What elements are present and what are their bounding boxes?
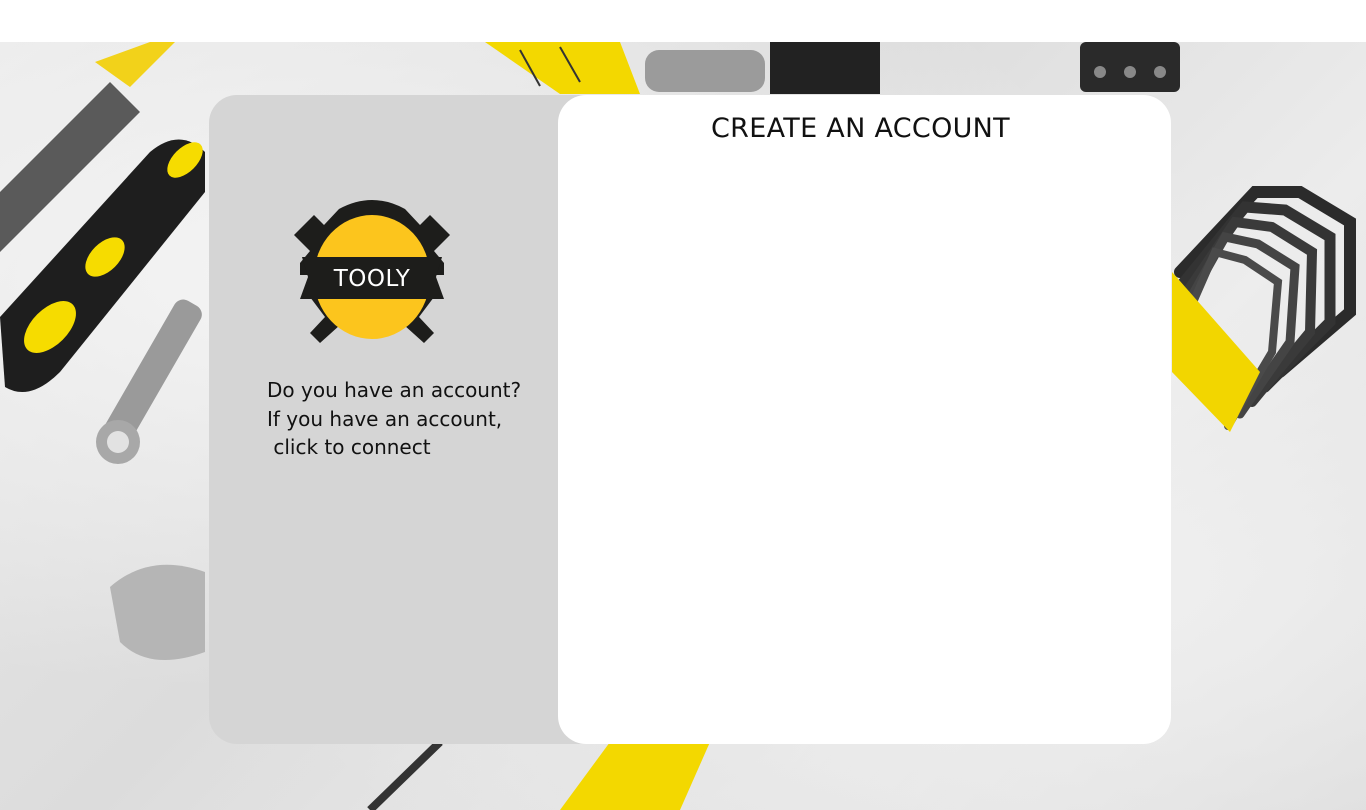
adjustable-wrench-icon <box>110 564 205 660</box>
wrench-icon <box>96 299 202 464</box>
tape-measure-icon <box>485 42 640 94</box>
hammer-icon <box>645 42 880 94</box>
hex-key-set-icon <box>1172 186 1356 432</box>
create-account-panel: CREATE AN ACCOUNT <box>558 95 1171 744</box>
account-prompt: Do you have an account? If you have an a… <box>267 376 567 462</box>
form-title: CREATE AN ACCOUNT <box>711 113 1010 144</box>
signup-card: TOOLY Do you have an account? If you hav… <box>209 95 1171 744</box>
top-white-strip <box>0 0 1366 42</box>
bottom-screwdriver-icon <box>367 739 710 810</box>
connect-link[interactable]: click to connect <box>267 433 567 462</box>
prompt-hint: If you have an account, <box>267 406 503 431</box>
prompt-question: Do you have an account? <box>267 378 522 402</box>
bit-set-icon <box>1080 42 1180 92</box>
login-prompt-panel: TOOLY Do you have an account? If you hav… <box>209 95 589 744</box>
tooly-logo: TOOLY <box>284 187 460 347</box>
